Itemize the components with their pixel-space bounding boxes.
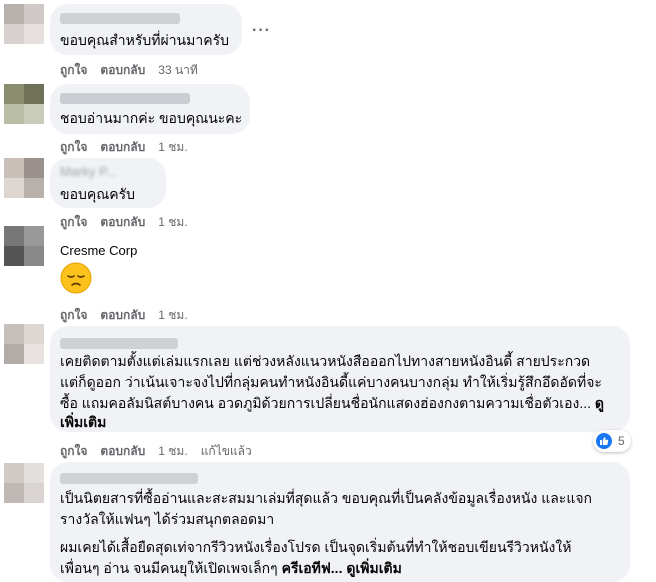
timestamp[interactable]: 33 นาที bbox=[158, 61, 198, 80]
timestamp[interactable]: 1 ชม. bbox=[158, 213, 187, 232]
comment-text-line: ผมเคยได้เสื้อยืดสุดเท่จากรีวิวหนังเรื่อง… bbox=[60, 539, 572, 555]
author-name[interactable]: Marky P... bbox=[60, 164, 117, 179]
like-link[interactable]: ถูกใจ bbox=[60, 213, 87, 232]
author-name-blurred[interactable] bbox=[60, 13, 180, 24]
timestamp[interactable]: 1 ชม. bbox=[158, 138, 187, 157]
reply-link[interactable]: ตอบกลับ bbox=[100, 442, 145, 461]
author-name-blurred[interactable] bbox=[60, 473, 198, 484]
author-name-blurred[interactable] bbox=[60, 338, 178, 349]
comment-text-line: เคยติดตามตั้งแต่เล่มแรกเลย แต่ช่วงหลังแน… bbox=[60, 353, 591, 369]
avatar[interactable] bbox=[4, 158, 44, 198]
thumbs-up-icon bbox=[596, 433, 612, 449]
reply-link[interactable]: ตอบกลับ bbox=[100, 306, 145, 325]
like-link[interactable]: ถูกใจ bbox=[60, 442, 87, 461]
comment-text: ชอบอ่านมากค่ะ ขอบคุณนะคะ bbox=[60, 110, 243, 126]
comment-actions: ถูกใจ ตอบกลับ 1 ชม. แก้ไขแล้ว bbox=[60, 442, 265, 461]
see-more-link-continued[interactable]: เพิ่มเติม bbox=[60, 412, 106, 433]
see-more-link[interactable]: ดูเพิ่มเติม bbox=[346, 560, 401, 576]
comment-actions: ถูกใจ ตอบกลับ 1 ชม. bbox=[60, 306, 201, 325]
reaction-count: 5 bbox=[618, 434, 625, 448]
like-link[interactable]: ถูกใจ bbox=[60, 306, 87, 325]
timestamp[interactable]: 1 ชม. bbox=[158, 442, 187, 461]
avatar[interactable] bbox=[4, 4, 44, 44]
see-more-link[interactable]: ดู bbox=[595, 395, 604, 411]
comment-actions: ถูกใจ ตอบกลับ 1 ชม. bbox=[60, 213, 201, 232]
reply-link[interactable]: ตอบกลับ bbox=[100, 61, 145, 80]
reply-link[interactable]: ตอบกลับ bbox=[100, 138, 145, 157]
pensive-face-emoji bbox=[60, 262, 92, 294]
avatar[interactable] bbox=[4, 463, 44, 503]
bold-tail: ครีเอทีฟ... bbox=[281, 560, 343, 576]
reply-link[interactable]: ตอบกลับ bbox=[100, 213, 145, 232]
like-link[interactable]: ถูกใจ bbox=[60, 61, 87, 80]
like-link[interactable]: ถูกใจ bbox=[60, 138, 87, 157]
avatar[interactable] bbox=[4, 324, 44, 364]
comment-actions: ถูกใจ ตอบกลับ 33 นาที bbox=[60, 61, 211, 80]
avatar[interactable] bbox=[4, 226, 44, 266]
edited-label[interactable]: แก้ไขแล้ว bbox=[201, 442, 252, 461]
comment-text-line: ซื้อ แถมคอลัมนิสต์บางคน อวดภูมิด้วยการเป… bbox=[60, 395, 604, 411]
comment-text: ขอบคุณสำหรับที่ผ่านมาครับ bbox=[60, 32, 229, 48]
comment-text-line: แต่ก็ดูออก ว่าเน้นเจาะจงไปที่กลุ่มคนทำหน… bbox=[60, 374, 602, 390]
comment-actions: ถูกใจ ตอบกลับ 1 ชม. bbox=[60, 138, 201, 157]
more-options-icon[interactable]: ··· bbox=[252, 22, 271, 40]
timestamp[interactable]: 1 ชม. bbox=[158, 306, 187, 325]
comment-text-line: รางวัลให้แฟนๆ ได้ร่วมสนุกตลอดมา bbox=[60, 511, 275, 527]
comment-text: ขอบคุณครับ bbox=[60, 186, 135, 202]
avatar[interactable] bbox=[4, 84, 44, 124]
reaction-summary[interactable]: 5 bbox=[593, 430, 631, 452]
comment-text-line: เป็นนิตยสารที่ซื้ออ่านและสะสมมาเล่มที่สุ… bbox=[60, 490, 593, 506]
author-name-blurred[interactable] bbox=[60, 93, 190, 104]
comment-text-line: เพื่อนๆ อ่าน จนมีคนยุให้เปิดเพจเล็กๆ ครี… bbox=[60, 560, 402, 576]
author-name[interactable]: Cresme Corp bbox=[60, 243, 137, 258]
